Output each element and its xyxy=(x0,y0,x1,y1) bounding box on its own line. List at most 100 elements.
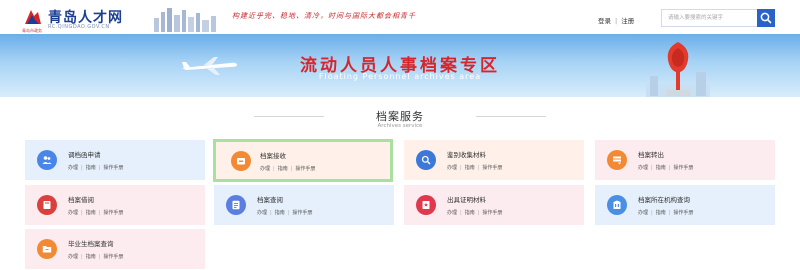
guide-link[interactable]: 指南 xyxy=(275,210,285,216)
folder-icon xyxy=(42,246,52,253)
service-links: 办理 | 指南 | 操作手册 xyxy=(447,164,502,171)
link-divider: | xyxy=(651,165,653,171)
transfer-icon xyxy=(613,156,621,165)
auth-divider: | xyxy=(615,17,618,25)
search-input[interactable] xyxy=(662,10,758,26)
people-icon xyxy=(42,156,52,164)
handle-link[interactable]: 办理 xyxy=(447,210,457,216)
manual-link[interactable]: 操作手册 xyxy=(103,254,123,260)
service-card[interactable]: 调档函申请 办理 | 指南 | 操作手册 xyxy=(25,140,205,180)
link-divider: | xyxy=(651,210,653,216)
city-skyline-icon xyxy=(154,8,216,32)
book-icon xyxy=(43,201,51,209)
guide-link[interactable]: 指南 xyxy=(656,210,666,216)
service-links: 办理 | 指南 | 操作手册 xyxy=(638,209,693,216)
guide-link[interactable]: 指南 xyxy=(465,210,475,216)
link-divider: | xyxy=(98,165,101,171)
link-divider: | xyxy=(81,254,83,260)
handle-link[interactable]: 办理 xyxy=(68,254,78,260)
service-name: 档案借阅 xyxy=(68,196,94,204)
heading-line-right xyxy=(476,116,546,117)
manual-link[interactable]: 操作手册 xyxy=(482,165,502,171)
handle-link[interactable]: 办理 xyxy=(447,165,457,171)
manual-link[interactable]: 操作手册 xyxy=(482,210,502,216)
service-card[interactable]: 档案借阅 办理 | 指南 | 操作手册 xyxy=(25,185,205,225)
inbox-icon xyxy=(237,158,245,165)
service-links: 办理 | 指南 | 操作手册 xyxy=(68,253,123,260)
register-link[interactable]: 注册 xyxy=(621,17,634,25)
service-card[interactable]: 档案转出 办理 | 指南 | 操作手册 xyxy=(595,140,775,180)
handle-link[interactable]: 办理 xyxy=(638,210,648,216)
document-icon xyxy=(232,200,240,210)
service-card-selected[interactable]: 档案接收 办理 | 指南 | 操作手册 xyxy=(213,139,393,182)
guide-link[interactable]: 指南 xyxy=(656,165,666,171)
logo-mark-icon xyxy=(25,10,41,24)
icon-badge xyxy=(607,195,627,215)
icon-badge xyxy=(416,195,436,215)
manual-link[interactable]: 操作手册 xyxy=(673,165,693,171)
link-divider: | xyxy=(477,210,480,216)
service-card[interactable]: 鉴别收集材料 办理 | 指南 | 操作手册 xyxy=(404,140,584,180)
landmark-sculpture-icon xyxy=(646,42,710,97)
handle-link[interactable]: 办理 xyxy=(68,165,78,171)
link-divider: | xyxy=(273,166,275,172)
guide-link[interactable]: 指南 xyxy=(86,254,96,260)
link-divider: | xyxy=(287,210,290,216)
manual-link[interactable]: 操作手册 xyxy=(295,166,315,172)
login-link[interactable]: 登录 xyxy=(598,17,611,25)
guide-link[interactable]: 指南 xyxy=(465,165,475,171)
link-divider: | xyxy=(270,210,272,216)
section-title: 档案服务 xyxy=(376,110,424,123)
link-divider: | xyxy=(81,165,83,171)
top-header: 青岛人才网 RC.QINGDAO.GOV.CN 青岛市政务 构建近乎完、稳地、清… xyxy=(0,0,800,34)
handle-link[interactable]: 办理 xyxy=(257,210,267,216)
header-slogan: 构建近乎完、稳地、清冷，时间与国际大都会相青千 xyxy=(232,12,416,20)
service-card[interactable]: 出具证明材料 办理 | 指南 | 操作手册 xyxy=(404,185,584,225)
certificate-icon xyxy=(422,201,430,209)
link-divider: | xyxy=(477,165,480,171)
link-divider: | xyxy=(460,210,462,216)
site-logo[interactable]: 青岛人才网 RC.QINGDAO.GOV.CN 青岛市政务 xyxy=(22,6,162,33)
service-links: 办理 | 指南 | 操作手册 xyxy=(257,209,312,216)
service-links: 办理 | 指南 | 操作手册 xyxy=(68,209,123,216)
service-name: 出具证明材料 xyxy=(447,196,486,204)
service-name: 档案转出 xyxy=(638,151,664,159)
service-name: 毕业生档案查询 xyxy=(68,240,114,248)
manual-link[interactable]: 操作手册 xyxy=(673,210,693,216)
icon-badge xyxy=(416,150,436,170)
service-links: 办理 | 指南 | 操作手册 xyxy=(260,165,315,172)
service-card[interactable]: 档案查阅 办理 | 指南 | 操作手册 xyxy=(214,185,394,225)
icon-badge xyxy=(37,195,57,215)
manual-link[interactable]: 操作手册 xyxy=(292,210,312,216)
handle-link[interactable]: 办理 xyxy=(260,166,270,172)
auth-links: 登录 | 注册 xyxy=(598,15,634,25)
service-card[interactable]: 毕业生档案查询 办理 | 指南 | 操作手册 xyxy=(25,229,205,269)
guide-link[interactable]: 指南 xyxy=(86,210,96,216)
icon-badge xyxy=(231,151,251,171)
search-icon xyxy=(421,155,431,165)
link-divider: | xyxy=(668,165,671,171)
service-name: 鉴别收集材料 xyxy=(447,151,486,159)
service-card[interactable]: 档案所在机构查询 办理 | 指南 | 操作手册 xyxy=(595,185,775,225)
link-divider: | xyxy=(98,254,101,260)
service-name: 档案接收 xyxy=(260,152,286,160)
building-icon xyxy=(613,200,621,209)
handle-link[interactable]: 办理 xyxy=(68,210,78,216)
service-links: 办理 | 指南 | 操作手册 xyxy=(68,164,123,171)
hero-banner: 流动人员人事档案专区 Floating Personnel archives a… xyxy=(0,34,800,97)
handle-link[interactable]: 办理 xyxy=(638,165,648,171)
search-box xyxy=(661,9,775,27)
section-subtitle: Archives service xyxy=(377,123,423,129)
manual-link[interactable]: 操作手册 xyxy=(103,165,123,171)
icon-badge xyxy=(226,195,246,215)
guide-link[interactable]: 指南 xyxy=(86,165,96,171)
guide-link[interactable]: 指南 xyxy=(278,166,288,172)
link-divider: | xyxy=(460,165,462,171)
link-divider: | xyxy=(668,210,671,216)
link-divider: | xyxy=(290,166,293,172)
manual-link[interactable]: 操作手册 xyxy=(103,210,123,216)
search-button[interactable] xyxy=(757,9,775,27)
icon-badge xyxy=(37,150,57,170)
link-divider: | xyxy=(98,210,101,216)
service-name: 调档函申请 xyxy=(68,151,101,159)
